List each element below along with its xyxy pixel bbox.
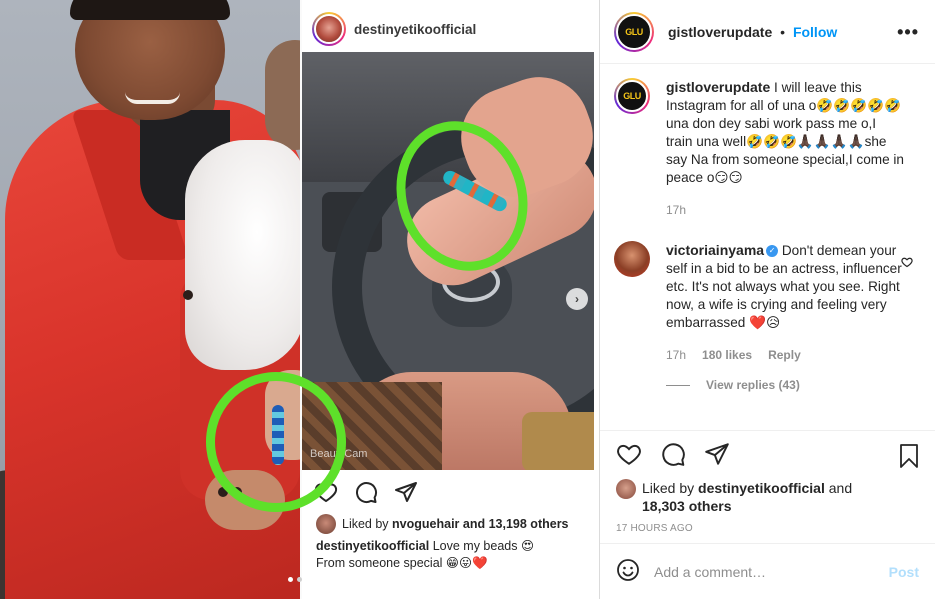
comment-username[interactable]: victoriainyama [666,242,764,258]
verified-badge-icon: ✓ [766,245,779,258]
heart-outline-icon[interactable] [616,441,642,475]
caption-time[interactable]: 17h [666,201,686,219]
embedded-caption: destinyetikoofficial Love my beads 😍 Fro… [316,538,534,572]
post-timestamp[interactable]: 17 HOURS AGO [600,515,935,534]
likes-count[interactable]: 18,303 others [642,498,732,514]
liker-avatar [316,514,336,534]
liked-by: Liked by destinyetikoofficial and 18,303… [600,475,935,515]
likes-and: and [828,480,853,496]
add-comment-bar: Post [600,543,935,599]
action-bar [600,431,935,475]
caption-avatar[interactable]: GLU [614,78,650,114]
paper-plane-icon [394,480,418,504]
comment-likes[interactable]: 180 likes [702,346,752,364]
embedded-liked-by: Liked by nvoguehair and 13,198 others [316,514,569,534]
liker-avatar[interactable] [616,479,636,499]
caption-row: GLU gistloverupdate I will leave this In… [614,78,921,219]
comment-icon[interactable] [660,441,686,475]
post-header: GLU gistloverupdate • Follow ••• [600,0,935,64]
carousel-dots [288,577,302,582]
embedded-avatar [312,12,346,46]
embedded-instagram-post: destinyetikoofficial BeautyCam › Liked b… [302,0,599,599]
embedded-username: destinyetikoofficial [354,21,477,37]
comment-row: victoriainyama ✓ Don't demean your self i… [614,241,921,364]
commenter-avatar[interactable] [614,241,650,277]
follow-button[interactable]: Follow [793,24,837,40]
comment-like-heart-icon[interactable] [901,255,913,271]
author-username[interactable]: gistloverupdate [668,24,772,40]
bookmark-icon[interactable] [897,443,921,469]
comment-input[interactable] [654,563,889,580]
caption-username[interactable]: gistloverupdate [666,79,770,95]
header-separator: • [780,23,786,40]
more-options-icon[interactable]: ••• [897,22,919,43]
comments-list[interactable]: GLU gistloverupdate I will leave this In… [600,64,935,430]
comment-icon [354,480,378,504]
post-media[interactable]: destinyetikoofficial BeautyCam › Liked b… [0,0,600,599]
post-actions-area: Liked by destinyetikoofficial and 18,303… [600,430,935,534]
liked-by-suffix: and 13,198 others [462,517,569,531]
likes-user[interactable]: destinyetikoofficial [698,480,825,496]
caption-text: I will leave this Instagram for all of u… [666,80,904,185]
next-arrow-icon[interactable]: › [566,288,588,310]
post-sidebar: GLU gistloverupdate • Follow ••• GLU gis… [600,0,935,599]
author-avatar[interactable]: GLU [614,11,654,52]
paper-plane-icon[interactable] [704,441,730,475]
liked-by-user: nvoguehair [392,517,460,531]
photo-man-in-red-suit [0,0,300,599]
embedded-caption-line1: Love my beads 😍 [432,539,534,553]
embedded-caption-line2: From someone special 😁😛❤️ [316,556,488,570]
post-comment-button[interactable]: Post [889,564,919,580]
smiley-icon[interactable] [616,558,640,585]
likes-prefix: Liked by [642,480,695,496]
comment-reply-button[interactable]: Reply [768,346,801,364]
liked-by-prefix: Liked by [342,517,389,531]
comment-time[interactable]: 17h [666,346,686,364]
view-replies-label: View replies (43) [706,378,800,392]
embedded-caption-user: destinyetikoofficial [316,539,430,553]
view-replies-button[interactable]: View replies (43) [666,378,921,392]
